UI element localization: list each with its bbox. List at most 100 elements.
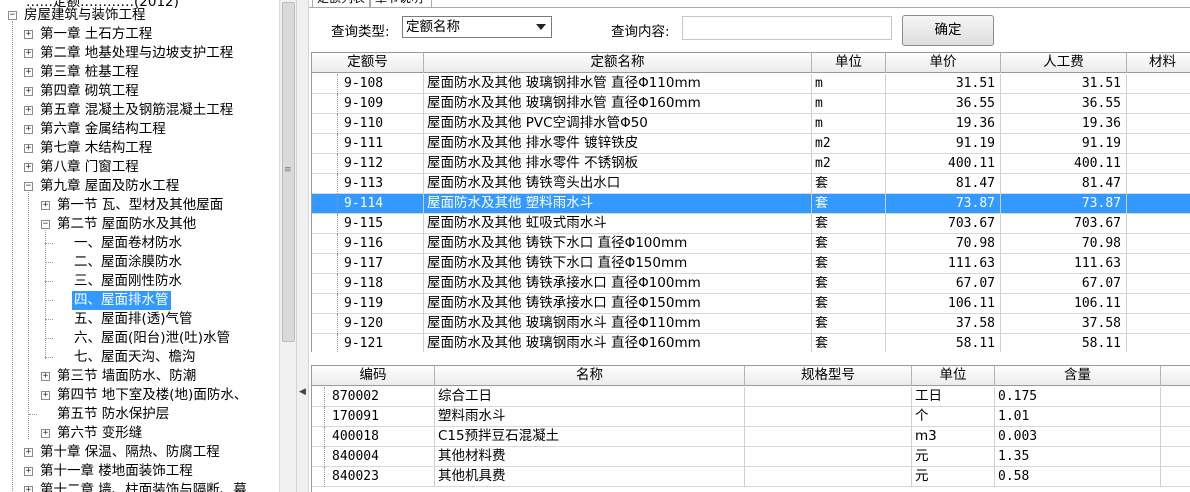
tree-chapter[interactable]: + 第六章 金属结构工程 — [0, 120, 279, 139]
tree-item[interactable]: 七、屋面天沟、檐沟 — [0, 348, 279, 367]
tree-chapter[interactable]: − 第九章 屋面及防水工程 — [0, 177, 279, 196]
quota-unit-cell: 套 — [812, 294, 886, 314]
expand-icon[interactable]: + — [41, 391, 50, 400]
tree-section[interactable]: + 第三节 墙面防水、防潮 — [0, 367, 279, 386]
tree-item[interactable]: 二、屋面涂膜防水 — [0, 253, 279, 272]
collapse-icon[interactable]: − — [8, 11, 17, 20]
tree-label: 第五章 混凝土及钢筋混凝土工程 — [40, 102, 234, 118]
tree-chapter[interactable]: + 第十二章 墙、柱面装饰与隔断、幕 — [0, 481, 279, 492]
column-header[interactable]: 单价 — [886, 53, 1001, 73]
column-header[interactable]: 单位 — [812, 53, 886, 73]
tree-scrollbar[interactable]: ≡ — [279, 0, 296, 492]
tree-section[interactable]: − 第二节 屋面防水及其他 — [0, 215, 279, 234]
column-header[interactable]: 编码 — [312, 366, 435, 386]
collapse-icon[interactable]: − — [41, 220, 50, 229]
tab-chapter-notes[interactable]: 章节说明 — [370, 0, 432, 8]
column-header[interactable]: 规格型号 — [745, 366, 912, 386]
expand-icon[interactable]: + — [24, 49, 33, 58]
tree-chapter[interactable]: + 第七章 木结构工程 — [0, 139, 279, 158]
expand-icon[interactable]: + — [24, 486, 33, 492]
table-row[interactable]: 840023 其他机具费 元 0.58 — [312, 467, 1190, 487]
table-row[interactable]: 9-116 屋面防水及其他 铸铁下水口 直径Φ100mm 套 70.98 70.98 — [312, 234, 1190, 254]
expand-icon[interactable]: + — [24, 30, 33, 39]
tree-chapter[interactable]: + 第五章 混凝土及钢筋混凝土工程 — [0, 101, 279, 120]
panel-splitter[interactable]: ◀ — [296, 0, 309, 492]
resource-empty-cell — [1161, 427, 1190, 447]
tab-quota-list[interactable]: 定额列表 — [312, 0, 370, 8]
table-row[interactable]: 9-117 屋面防水及其他 铸铁下水口 直径Φ150mm 套 111.63 111.63 — [312, 254, 1190, 274]
tree-guide-line — [45, 300, 53, 301]
expand-icon[interactable]: + — [24, 144, 33, 153]
quota-price-cell: 81.47 — [886, 174, 1001, 194]
table-row[interactable]: 870002 综合工日 工日 0.175 — [312, 387, 1190, 407]
table-row[interactable]: 9-115 屋面防水及其他 虹吸式雨水斗套 703.67 703.67 — [312, 214, 1190, 234]
tree-section[interactable]: + 第四节 地下室及楼(地)面防水、 — [0, 386, 279, 405]
table-row[interactable]: 9-118 屋面防水及其他 铸铁承接水口 直径Φ100mm 套 67.07 67.07 — [312, 274, 1190, 294]
column-header[interactable]: 定额名称 — [424, 53, 812, 73]
expand-icon[interactable]: + — [24, 125, 33, 134]
quota-unit-cell: m — [812, 74, 886, 94]
collapse-left-icon[interactable]: ◀ — [299, 387, 306, 397]
table-row[interactable]: 170091 塑料雨水斗 个 1.01 — [312, 407, 1190, 427]
resource-spec-cell — [745, 387, 912, 407]
tree-chapter[interactable]: + 第二章 地基处理与边坡支护工程 — [0, 44, 279, 63]
quota-code-cell: 9-110 — [312, 114, 424, 134]
confirm-button[interactable]: 确定 — [902, 15, 994, 46]
tree-item[interactable]: 五、屋面排(透)气管 — [0, 310, 279, 329]
table-row[interactable]: 840004 其他材料费 元 1.35 — [312, 447, 1190, 467]
table-row[interactable]: 9-121 屋面防水及其他 玻璃钢雨水斗 直径Φ160mm 套 58.11 58.11 — [312, 334, 1190, 352]
table-row[interactable]: 9-111 屋面防水及其他 排水零件 镀锌铁皮 m2 91.19 91.19 — [312, 134, 1190, 154]
table-row[interactable]: 9-114 屋面防水及其他 塑料雨水斗套 73.87 73.87 — [312, 194, 1190, 214]
tree-item[interactable]: 六、屋面(阳台)泄(吐)水管 — [0, 329, 279, 348]
collapse-icon[interactable]: − — [24, 182, 33, 191]
table-row[interactable]: 9-113 屋面防水及其他 铸铁弯头出水口套 81.47 81.47 — [312, 174, 1190, 194]
column-header[interactable]: 定额号 — [312, 53, 424, 73]
query-type-select[interactable]: 定额名称 — [402, 16, 552, 38]
tree-item[interactable]: 一、屋面卷材防水 — [0, 234, 279, 253]
tree-chapter[interactable]: + 第十一章 楼地面装饰工程 — [0, 462, 279, 481]
column-header[interactable] — [1161, 366, 1190, 386]
expand-icon[interactable]: + — [24, 467, 33, 476]
column-header[interactable]: 单位 — [912, 366, 995, 386]
tree-chapter[interactable]: + 第一章 土石方工程 — [0, 25, 279, 44]
resource-name-cell: 塑料雨水斗 — [435, 407, 745, 427]
resource-empty-cell — [1161, 447, 1190, 467]
column-header[interactable]: 人工费 — [1001, 53, 1127, 73]
table-row[interactable]: 9-109 屋面防水及其他 玻璃钢排水管 直径Φ160mm m 36.55 36.55 — [312, 94, 1190, 114]
tree-item[interactable]: 三、屋面刚性防水 — [0, 272, 279, 291]
tree-chapter[interactable]: + 第八章 门窗工程 — [0, 158, 279, 177]
column-header[interactable]: 名称 — [435, 366, 745, 386]
expand-icon[interactable]: + — [41, 429, 50, 438]
expand-icon[interactable]: + — [41, 201, 50, 210]
table-row[interactable]: 9-119 屋面防水及其他 铸铁承接水口 直径Φ150mm 套 106.11 106.1… — [312, 294, 1190, 314]
table-row[interactable]: 9-110 屋面防水及其他 PVC空调排水管Φ50 m 19.36 19.36 — [312, 114, 1190, 134]
resource-empty-cell — [1161, 467, 1190, 487]
table-row[interactable]: 9-120 屋面防水及其他 玻璃钢雨水斗 直径Φ110mm 套 37.58 37.58 — [312, 314, 1190, 334]
table-row[interactable]: 400018 C15预拌豆石混凝土 m3 0.003 — [312, 427, 1190, 447]
tree-guide-line — [45, 281, 53, 282]
expand-icon[interactable]: + — [41, 372, 50, 381]
tree-section[interactable]: 第五节 防水保护层 — [0, 405, 279, 424]
expand-icon[interactable]: + — [24, 106, 33, 115]
query-content-input[interactable] — [682, 16, 892, 40]
tree-section[interactable]: + 第一节 瓦、型材及其他屋面 — [0, 196, 279, 215]
expand-icon[interactable]: + — [24, 68, 33, 77]
table-row[interactable]: 9-108 屋面防水及其他 玻璃钢排水管 直径Φ110mm m 31.51 31.51 — [312, 74, 1190, 94]
tree-chapter[interactable]: + 第三章 桩基工程 — [0, 63, 279, 82]
grid-separator — [309, 352, 1190, 365]
resource-name-cell: C15预拌豆石混凝土 — [435, 427, 745, 447]
tree-chapter[interactable]: + 第四章 砌筑工程 — [0, 82, 279, 101]
tree-item[interactable]: 四、屋面排水管 — [0, 291, 279, 310]
tree-section[interactable]: + 第六节 变形缝 — [0, 424, 279, 443]
tree-label: 第十二章 墙、柱面装饰与隔断、幕 — [40, 482, 247, 492]
expand-icon[interactable]: + — [24, 163, 33, 172]
tree-chapter[interactable]: + 第十章 保温、隔热、防腐工程 — [0, 443, 279, 462]
column-header[interactable]: 含量 — [995, 366, 1161, 386]
quota-material-cell — [1127, 234, 1190, 254]
expand-icon[interactable]: + — [24, 448, 33, 457]
expand-icon[interactable]: + — [24, 87, 33, 96]
quota-code-cell: 9-108 — [312, 74, 424, 94]
column-header[interactable]: 材料 — [1127, 53, 1190, 73]
table-row[interactable]: 9-112 屋面防水及其他 排水零件 不锈钢板 m2 400.11 400.11 — [312, 154, 1190, 174]
resource-unit-cell: 元 — [912, 447, 995, 467]
